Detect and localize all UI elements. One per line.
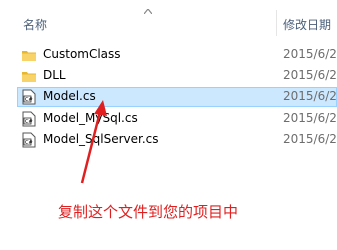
column-header-name[interactable]: 名称 — [23, 16, 47, 33]
file-date: 2015/6/2 — [283, 89, 337, 103]
svg-text:C#: C# — [25, 97, 33, 103]
file-name: Model_MySql.cs — [43, 111, 138, 125]
csharp-file-icon: C# — [22, 111, 36, 127]
file-row-model-sqlserver-cs[interactable]: C# Model_SqlServer.cs 2015/6/2 — [17, 130, 337, 150]
file-date: 2015/6/2 — [283, 47, 337, 61]
folder-icon — [22, 72, 36, 82]
column-header: 名称 修改日期 — [0, 10, 337, 36]
file-row-customclass[interactable]: CustomClass 2015/6/2 — [17, 45, 337, 65]
csharp-file-icon: C# — [22, 89, 36, 105]
annotation-text: 复制这个文件到您的项目中 — [58, 203, 239, 221]
file-date: 2015/6/2 — [283, 68, 337, 82]
svg-text:C#: C# — [25, 140, 33, 146]
file-date: 2015/6/2 — [283, 111, 337, 125]
file-date: 2015/6/2 — [283, 132, 337, 146]
file-row-model-cs[interactable]: C# Model.cs 2015/6/2 — [17, 87, 337, 107]
file-name: DLL — [43, 68, 66, 82]
folder-icon — [22, 51, 36, 61]
file-name: Model.cs — [43, 89, 96, 103]
file-name: Model_SqlServer.cs — [43, 132, 159, 146]
svg-text:C#: C# — [25, 119, 33, 125]
file-name: CustomClass — [43, 47, 121, 61]
file-row-dll[interactable]: DLL 2015/6/2 — [17, 66, 337, 86]
csharp-file-icon: C# — [22, 132, 36, 148]
file-row-model-mysql-cs[interactable]: C# Model_MySql.cs 2015/6/2 — [17, 109, 337, 129]
column-divider[interactable] — [276, 10, 277, 36]
column-header-date-modified[interactable]: 修改日期 — [283, 16, 331, 33]
